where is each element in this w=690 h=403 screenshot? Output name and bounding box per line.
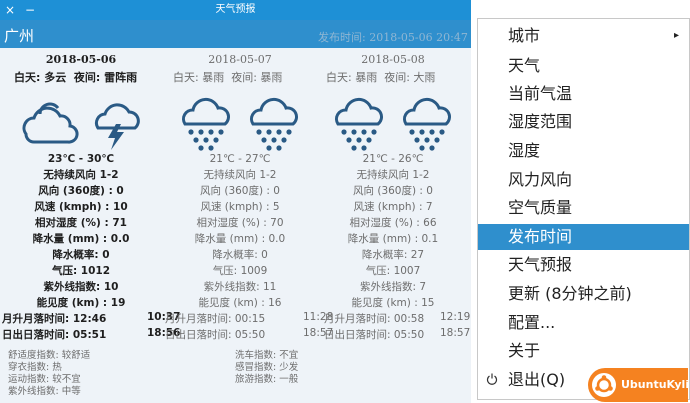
- precipitation-probability: 降水概率: 0: [212, 249, 268, 261]
- temperature-range: 21℃ - 27℃: [209, 153, 271, 165]
- uv-level-index: 紫外线指数: 中等: [8, 386, 81, 397]
- temperature-range: 23℃ - 30℃: [47, 153, 115, 165]
- moon-time: 12:19: [440, 311, 471, 323]
- menu-item-label: 当前气温: [508, 84, 573, 103]
- wind-direction: 风向 (360度) : 0: [38, 185, 124, 197]
- menu-item-wind[interactable]: 风力风向: [478, 167, 689, 193]
- weather-window: × − 天气预报 广州 发布时间: 2018-05-06 20:47 2018-…: [0, 0, 471, 403]
- precipitation: 降水量 (mm) : 0.1: [347, 233, 439, 245]
- wind-speed: 风速 (kmph) : 7: [353, 201, 433, 213]
- wind-speed: 风速 (kmph) : 5: [200, 201, 280, 213]
- menu-item-label: 天气: [508, 56, 541, 75]
- wind-speed: 风速 (kmph) : 10: [34, 201, 128, 213]
- city-band: 广州 发布时间: 2018-05-06 20:47: [0, 20, 471, 48]
- thunderstorm-icon: [94, 103, 140, 150]
- night-weather: 夜间: 暴雨: [231, 71, 283, 84]
- relative-humidity: 相对湿度 (%) : 71: [35, 217, 127, 229]
- wind-description: 无持续风向 1-2: [43, 169, 119, 181]
- publish-time: 发布时间: 2018-05-06 20:47: [318, 31, 468, 44]
- menu-item-label: 更新 (8分钟之前): [508, 284, 632, 303]
- menu-item-humidity[interactable]: 湿度: [478, 138, 689, 164]
- precipitation: 降水量 (mm) : 0.0: [32, 233, 130, 245]
- wind-description: 无持续风向 1-2: [203, 169, 277, 181]
- menu-item-current-temp[interactable]: 当前气温: [478, 81, 689, 107]
- heavy-rain-icon: [402, 97, 451, 151]
- day-weather: 白天: 暴雨: [326, 71, 378, 84]
- precipitation: 降水量 (mm) : 0.0: [194, 233, 286, 245]
- weather-icons: [20, 94, 150, 154]
- menu-item-publish-time[interactable]: 发布时间: [478, 224, 689, 250]
- menu-item-label: 湿度: [508, 141, 541, 160]
- window-title: 天气预报: [215, 4, 256, 15]
- title-bar[interactable]: × − 天气预报: [0, 0, 471, 20]
- submenu-arrow-icon: ▸: [673, 30, 679, 41]
- day-weather: 白天: 多云: [14, 71, 67, 84]
- night-weather: 夜间: 雷阵雨: [73, 71, 138, 84]
- menu-item-settings[interactable]: 配置...: [478, 310, 689, 336]
- precipitation-probability: 降水概率: 0: [52, 249, 110, 261]
- menu-item-forecast[interactable]: 天气预报: [478, 252, 689, 278]
- travel-index: 旅游指数: 一般: [235, 374, 299, 385]
- visibility: 能见度 (km) : 15: [351, 297, 435, 309]
- brand-text: UbuntuKylin: [621, 378, 690, 391]
- visibility: 能见度 (km) : 19: [36, 297, 126, 309]
- pressure: 气压: 1012: [51, 265, 111, 277]
- uv-index: 紫外线指数: 11: [203, 281, 277, 293]
- power-icon: [486, 373, 498, 385]
- pressure: 气压: 1007: [365, 265, 421, 277]
- menu-item-label: 城市: [508, 26, 541, 45]
- day-date: 2018-05-07: [208, 53, 272, 66]
- menu-item-label: 退出(Q): [508, 370, 566, 389]
- menu-item-label: 发布时间: [508, 227, 573, 246]
- sun-time: 日出日落时间: 05:50: [324, 329, 425, 341]
- ubuntukylin-logo: UbuntuKylin: [588, 368, 690, 402]
- menu-item-about[interactable]: 关于: [478, 338, 689, 364]
- pressure: 气压: 1009: [212, 265, 268, 277]
- menu-item-label: 空气质量: [508, 198, 573, 217]
- temperature-range: 21℃ - 26℃: [362, 153, 424, 165]
- weather-icons: [179, 94, 309, 154]
- wind-description: 无持续风向 1-2: [356, 169, 430, 181]
- heavy-rain-icon: [249, 97, 298, 151]
- weather-icons: [332, 94, 462, 154]
- day-weather: 白天: 暴雨: [173, 71, 225, 84]
- uv-index: 紫外线指数: 7: [359, 281, 427, 293]
- menu-item-label: 湿度范围: [508, 112, 573, 131]
- moon-time: 月升月落时间: 00:15: [165, 313, 266, 325]
- wind-direction: 风向 (360度) : 0: [200, 185, 280, 197]
- menu-item-city[interactable]: 城市 ▸: [478, 23, 689, 49]
- moon-time: 月升月落时间: 12:46: [2, 313, 107, 325]
- menu-item-update[interactable]: 更新 (8分钟之前): [478, 281, 689, 307]
- ubuntu-circle-icon: [592, 373, 616, 397]
- visibility: 能见度 (km) : 16: [198, 297, 282, 309]
- heavy-rain-icon: [334, 97, 383, 151]
- relative-humidity: 相对湿度 (%) : 70: [196, 217, 284, 229]
- cloudy-icon: [22, 102, 79, 144]
- night-weather: 夜间: 大雨: [384, 71, 436, 84]
- menu-item-air-quality[interactable]: 空气质量: [478, 195, 689, 221]
- precipitation-probability: 降水概率: 27: [361, 249, 425, 261]
- sun-time: 日出日落时间: 05:50: [165, 329, 266, 341]
- menu-item-label: 天气预报: [508, 255, 573, 274]
- day-night-summary: 白天: 多云 夜间: 雷阵雨: [14, 69, 137, 85]
- heavy-rain-icon: [181, 97, 230, 151]
- day-night-summary: 白天: 暴雨 夜间: 大雨: [326, 69, 435, 85]
- relative-humidity: 相对湿度 (%) : 66: [349, 217, 437, 229]
- wind-direction: 风向 (360度) : 0: [353, 185, 433, 197]
- sun-time: 日出日落时间: 05:51: [2, 329, 107, 341]
- day-night-summary: 白天: 暴雨 夜间: 暴雨: [173, 69, 282, 85]
- sun-time: 18:57: [440, 327, 471, 339]
- menu-item-label: 关于: [508, 341, 541, 360]
- moon-time: 月升月落时间: 00:58: [324, 313, 425, 325]
- city-name: 广州: [4, 27, 35, 45]
- uv-index: 紫外线指数: 10: [43, 281, 119, 293]
- day-date: 2018-05-06: [45, 53, 117, 66]
- menu-item-label: 配置...: [508, 313, 556, 332]
- indicator-menu: 城市 ▸ 天气 当前气温 湿度范围 湿度 风力风向 空气质量 发布时间 天气预报…: [477, 18, 690, 400]
- menu-item-label: 风力风向: [508, 170, 573, 189]
- day-date: 2018-05-08: [361, 53, 425, 66]
- menu-item-humidity-range[interactable]: 湿度范围: [478, 109, 689, 135]
- menu-item-weather[interactable]: 天气: [478, 53, 689, 79]
